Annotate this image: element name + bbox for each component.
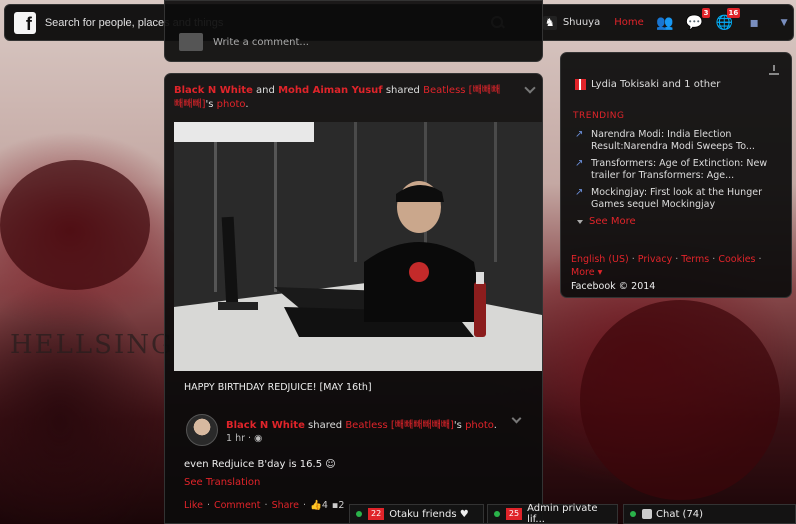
privacy-globe-icon: ◉ [254, 433, 263, 444]
photo-link[interactable]: photo [217, 99, 246, 110]
likes-count[interactable]: 👍4 [310, 500, 328, 511]
possessive-text: 's [453, 420, 462, 431]
trending-text: Mockingjay: First look at the Hunger Gam… [591, 187, 762, 210]
photo-link[interactable]: photo [465, 420, 494, 431]
post-header: Black N White and Mohd Aiman Yusuf share… [174, 85, 501, 110]
copyright-text: Facebook © 2014 [571, 281, 656, 292]
right-sidebar: Lydia Tokisaki and 1 other TRENDING ↗ Na… [560, 52, 792, 298]
story-options-chevron-down-icon[interactable] [511, 413, 522, 424]
trending-text: Transformers: Age of Extinction: New tra… [591, 158, 768, 181]
trending-text: Narendra Modi: India Election Result:Nar… [591, 129, 755, 152]
photo-illustration [174, 122, 542, 371]
footer-links: English (US) · Privacy · Terms · Cookies… [571, 254, 762, 278]
footer-link-language[interactable]: English (US) [571, 254, 629, 265]
home-link[interactable]: Home [614, 17, 644, 28]
user-avatar: ♞ [542, 15, 557, 30]
shared-text: shared [308, 420, 343, 431]
footer-link-cookies[interactable]: Cookies [718, 254, 755, 265]
privacy-shortcuts-icon[interactable]: ▪ [745, 15, 763, 31]
notifications-badge: 16 [726, 7, 741, 18]
trending-item[interactable]: ↗ Mockingjay: First look at the Hunger G… [575, 187, 775, 211]
likes-count-text: 4 [321, 500, 328, 511]
trending-arrow-icon: ↗ [575, 187, 584, 198]
shared-text: shared [385, 85, 420, 96]
chat-tab-otaku-friends[interactable]: 22 Otaku friends ♥ [349, 504, 484, 524]
shared-story-line: Black N White shared Beatless [빼빼빼빼빼빼]'s… [226, 420, 497, 431]
background-splatter [0, 160, 150, 290]
messages-icon[interactable]: 💬 3 [686, 7, 711, 31]
notifications-globe-icon[interactable]: 🌐 16 [715, 7, 741, 31]
timestamp-text: 1 hr [226, 433, 245, 444]
user-name: Shuuya [562, 17, 601, 28]
trending-arrow-icon: ↗ [575, 129, 584, 140]
chat-tab-label: Admin private lif... [527, 503, 598, 524]
sharer-avatar[interactable] [186, 414, 218, 446]
previous-post-card: Write a comment... [164, 0, 543, 62]
separator: · [302, 500, 307, 511]
post-actions: Like · Comment · Share · 👍4 ▪2 [184, 500, 344, 511]
see-more-trending-button[interactable]: See More [577, 216, 636, 227]
online-status-dot [630, 511, 636, 517]
thumbs-up-icon: 👍 [310, 500, 322, 511]
chat-tab-admin-private[interactable]: 25 Admin private lif... [487, 503, 618, 524]
comments-count[interactable]: ▪2 [332, 500, 345, 511]
separator: · [206, 500, 210, 511]
and-text: and [256, 85, 275, 96]
actor-link[interactable]: Black N White [174, 85, 253, 96]
sharer-link[interactable]: Black N White [226, 420, 305, 431]
birthday-reminder[interactable]: Lydia Tokisaki and 1 other [575, 79, 720, 90]
post-timestamp[interactable]: 1 hr · ◉ [226, 433, 262, 444]
footer-link-privacy[interactable]: Privacy [638, 254, 672, 265]
chat-unread-badge: 25 [505, 508, 523, 520]
trending-arrow-icon: ↗ [575, 158, 584, 169]
facebook-logo-icon[interactable]: f [14, 11, 36, 34]
gift-icon [575, 79, 586, 90]
background-splatter [580, 300, 780, 500]
comment-button[interactable]: Comment [214, 500, 261, 511]
share-button[interactable]: Share [272, 500, 299, 511]
post-photo[interactable] [174, 122, 542, 371]
chat-sidebar-toggle[interactable]: Chat (74) [623, 504, 796, 524]
like-button[interactable]: Like [184, 500, 203, 511]
chat-label: Chat (74) [656, 508, 704, 520]
see-more-label: See More [589, 216, 636, 227]
footer-link-more[interactable]: More [571, 267, 595, 278]
account-menu-chevron-down-icon[interactable]: ▼ [775, 15, 793, 31]
actor-link[interactable]: Mohd Aiman Yusuf [278, 85, 383, 96]
status-text: even Redjuice B'day is 16.5 ☺ [184, 459, 336, 470]
trending-item[interactable]: ↗ Transformers: Age of Extinction: New t… [575, 158, 775, 182]
friend-requests-icon[interactable]: 👥 [656, 15, 674, 31]
chat-icon [642, 509, 652, 519]
possessive-text: 's [205, 99, 214, 110]
caret-down-icon [577, 219, 583, 224]
online-status-dot [356, 511, 362, 517]
trending-heading: TRENDING [573, 111, 625, 121]
messages-badge: 3 [701, 7, 711, 18]
profile-link[interactable]: ♞ Shuuya [542, 15, 601, 30]
write-comment-field[interactable]: Write a comment... [213, 37, 309, 48]
chat-unread-badge: 22 [368, 508, 385, 520]
news-feed-post: Black N White and Mohd Aiman Yusuf share… [164, 73, 543, 524]
comments-count-text: 2 [338, 500, 345, 511]
background-logo-text: HELLSING [10, 330, 174, 360]
footer-link-terms[interactable]: Terms [681, 254, 709, 265]
page-link[interactable]: Beatless [빼빼빼빼빼빼] [345, 420, 454, 431]
birthday-text: Lydia Tokisaki and 1 other [591, 79, 721, 90]
post-options-chevron-down-icon[interactable] [524, 82, 536, 94]
chat-tab-label: Otaku friends ♥ [389, 508, 469, 520]
online-status-dot [494, 511, 500, 517]
commenter-avatar [179, 33, 203, 51]
post-caption: HAPPY BIRTHDAY REDJUICE! [MAY 16th] [184, 382, 372, 393]
trending-item[interactable]: ↗ Narendra Modi: India Election Result:N… [575, 129, 775, 153]
separator: · [264, 500, 268, 511]
download-icon[interactable] [769, 65, 779, 75]
see-translation-link[interactable]: See Translation [184, 477, 260, 488]
